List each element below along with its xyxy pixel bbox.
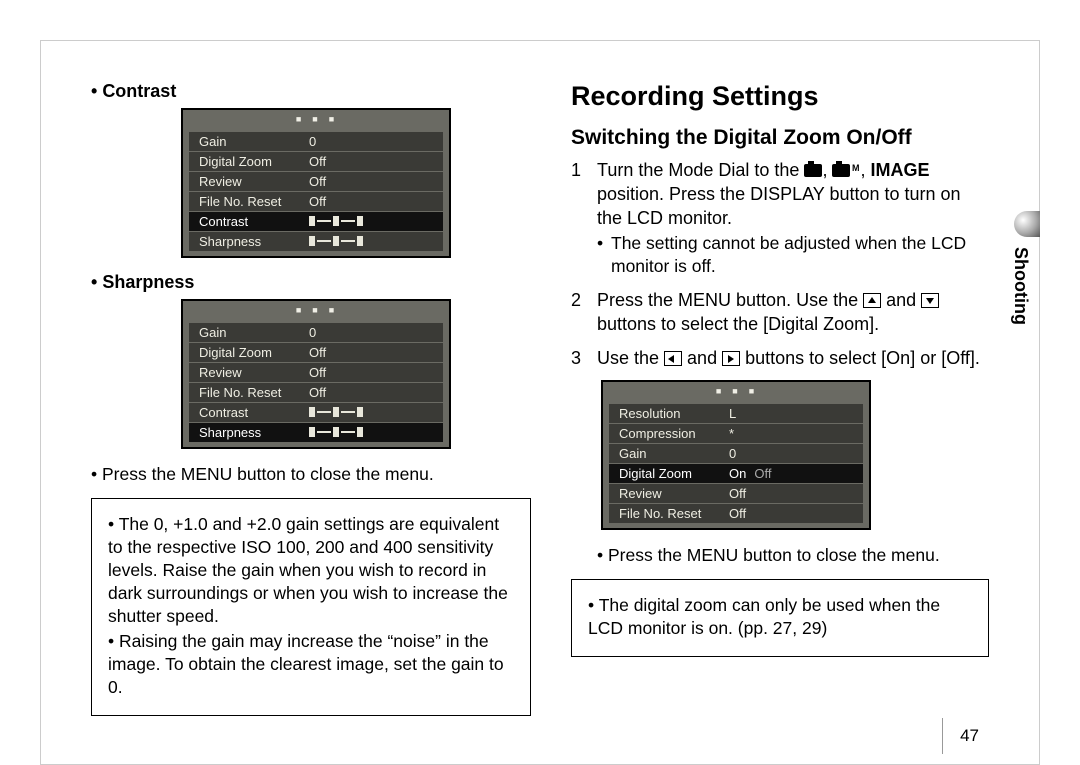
slider-icon (309, 427, 363, 437)
lcd-row: File No. ResetOff (609, 504, 863, 523)
lcd-mode-icons: ■ ■ ■ (183, 114, 449, 124)
lcd-row: Gain0 (189, 323, 443, 342)
camera-m-icon (832, 164, 850, 177)
lcd-screenshot-digital-zoom: ■ ■ ■ ResolutionL Compression* Gain0 Dig… (601, 380, 871, 530)
contrast-label: Contrast (91, 81, 531, 102)
page-number: 47 (960, 726, 979, 746)
lcd-row: Gain0 (609, 444, 863, 463)
left-arrow-icon (664, 351, 682, 366)
close-menu-note: Press the MENU button to close the menu. (597, 544, 989, 567)
manual-page: Contrast ■ ■ ■ Gain0 Digital ZoomOff Rev… (40, 40, 1040, 765)
lcd-row: ReviewOff (189, 172, 443, 191)
steps-list: Turn the Mode Dial to the , , IMAGE posi… (571, 158, 989, 370)
step-3: Use the and buttons to select [On] or [O… (571, 346, 989, 370)
lcd-row-highlighted: Sharpness (189, 423, 443, 442)
lcd-row: Digital ZoomOff (189, 343, 443, 362)
lcd-row: Contrast (189, 403, 443, 422)
info-bullet: The digital zoom can only be used when t… (588, 594, 972, 640)
section-tab: Shooting (1010, 211, 1040, 321)
lcd-mode-icons: ■ ■ ■ (183, 305, 449, 315)
tab-bullet-icon (1014, 211, 1040, 237)
lcd-row: Compression* (609, 424, 863, 443)
down-arrow-icon (921, 293, 939, 308)
page-subtitle: Switching the Digital Zoom On/Off (571, 126, 989, 150)
image-mode-label: IMAGE (871, 160, 930, 180)
right-column: Recording Settings Switching the Digital… (571, 81, 989, 764)
info-bullet: The 0, +1.0 and +2.0 gain settings are e… (108, 513, 514, 628)
page-divider (942, 718, 943, 754)
lcd-screenshot-sharpness: ■ ■ ■ Gain0 Digital ZoomOff ReviewOff Fi… (181, 299, 451, 449)
lcd-screenshot-contrast: ■ ■ ■ Gain0 Digital ZoomOff ReviewOff Fi… (181, 108, 451, 258)
close-menu-note: Press the MENU button to close the menu. (91, 463, 531, 486)
info-box-gain: The 0, +1.0 and +2.0 gain settings are e… (91, 498, 531, 716)
lcd-row: ResolutionL (609, 404, 863, 423)
lcd-row: Digital ZoomOff (189, 152, 443, 171)
info-box-digital-zoom: The digital zoom can only be used when t… (571, 579, 989, 657)
lcd-row-highlighted: Contrast (189, 212, 443, 231)
right-arrow-icon (722, 351, 740, 366)
slider-icon (309, 216, 363, 226)
step-1-note: The setting cannot be adjusted when the … (597, 232, 989, 278)
left-column: Contrast ■ ■ ■ Gain0 Digital ZoomOff Rev… (91, 81, 531, 764)
lcd-row: Sharpness (189, 232, 443, 251)
lcd-mode-icons: ■ ■ ■ (603, 386, 869, 396)
slider-icon (309, 236, 363, 246)
step-1: Turn the Mode Dial to the , , IMAGE posi… (571, 158, 989, 278)
slider-icon (309, 407, 363, 417)
page-title: Recording Settings (571, 81, 989, 112)
lcd-row-highlighted: Digital ZoomOnOff (609, 464, 863, 483)
lcd-row: File No. ResetOff (189, 192, 443, 211)
info-bullet: Raising the gain may increase the “noise… (108, 630, 514, 699)
lcd-row: Gain0 (189, 132, 443, 151)
camera-icon (804, 164, 822, 177)
lcd-row: ReviewOff (609, 484, 863, 503)
lcd-row: ReviewOff (189, 363, 443, 382)
sharpness-label: Sharpness (91, 272, 531, 293)
step-2: Press the MENU button. Use the and butto… (571, 288, 989, 336)
up-arrow-icon (863, 293, 881, 308)
lcd-row: File No. ResetOff (189, 383, 443, 402)
tab-label: Shooting (1010, 247, 1031, 325)
